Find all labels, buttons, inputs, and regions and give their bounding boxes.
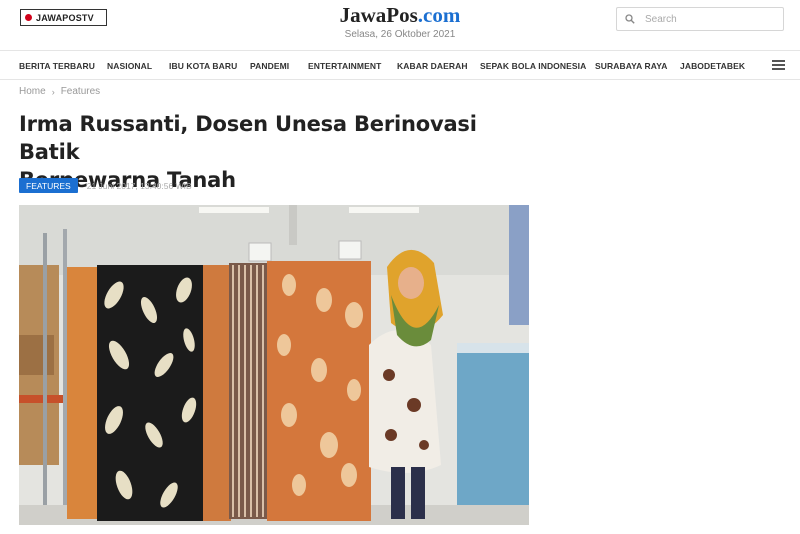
nav-item-nasional[interactable]: NASIONAL: [107, 61, 152, 71]
hamburger-menu-icon[interactable]: [772, 60, 785, 70]
breadcrumb-home[interactable]: Home: [19, 86, 46, 97]
nav-item-pandemi[interactable]: PANDEMI: [250, 61, 289, 71]
breadcrumb-section[interactable]: Features: [61, 86, 100, 97]
nav-item-sepak-bola-indonesia[interactable]: SEPAK BOLA INDONESIA: [480, 61, 586, 71]
nav-item-surabaya-raya[interactable]: SURABAYA RAYA: [595, 61, 667, 71]
brand-suffix: .com: [417, 3, 461, 27]
category-badge[interactable]: FEATURES: [19, 178, 78, 193]
breadcrumb-separator-icon: ›: [51, 86, 55, 97]
nav-item-kabar-daerah[interactable]: KABAR DAERAH: [397, 61, 468, 71]
brand-main: JawaPos: [339, 3, 418, 27]
article-timestamp: 21 Juni 2017, 13:40:56 WIB: [86, 180, 192, 191]
batik-photo-illustration: [19, 205, 529, 525]
search-icon[interactable]: [625, 14, 635, 24]
article-photo[interactable]: [19, 205, 529, 525]
main-navigation: BERITA TERBARU NASIONAL IBU KOTA BARU PA…: [0, 50, 800, 80]
article-title-line-1: Irma Russanti, Dosen Unesa Berinovasi Ba…: [19, 112, 477, 164]
nav-item-berita-terbaru[interactable]: BERITA TERBARU: [19, 61, 95, 71]
breadcrumb: Home › Features: [19, 86, 100, 97]
search-input[interactable]: [645, 13, 775, 25]
article-meta: FEATURES 21 Juni 2017, 13:40:56 WIB: [19, 178, 192, 193]
search-box[interactable]: [616, 7, 784, 31]
nav-item-ibu-kota-baru[interactable]: IBU KOTA BARU: [169, 61, 237, 71]
nav-item-entertainment[interactable]: ENTERTAINMENT: [308, 61, 381, 71]
top-header: JAWAPOSTV JawaPos.com Selasa, 26 Oktober…: [0, 0, 800, 50]
nav-item-jabodetabek[interactable]: JABODETABEK: [680, 61, 745, 71]
